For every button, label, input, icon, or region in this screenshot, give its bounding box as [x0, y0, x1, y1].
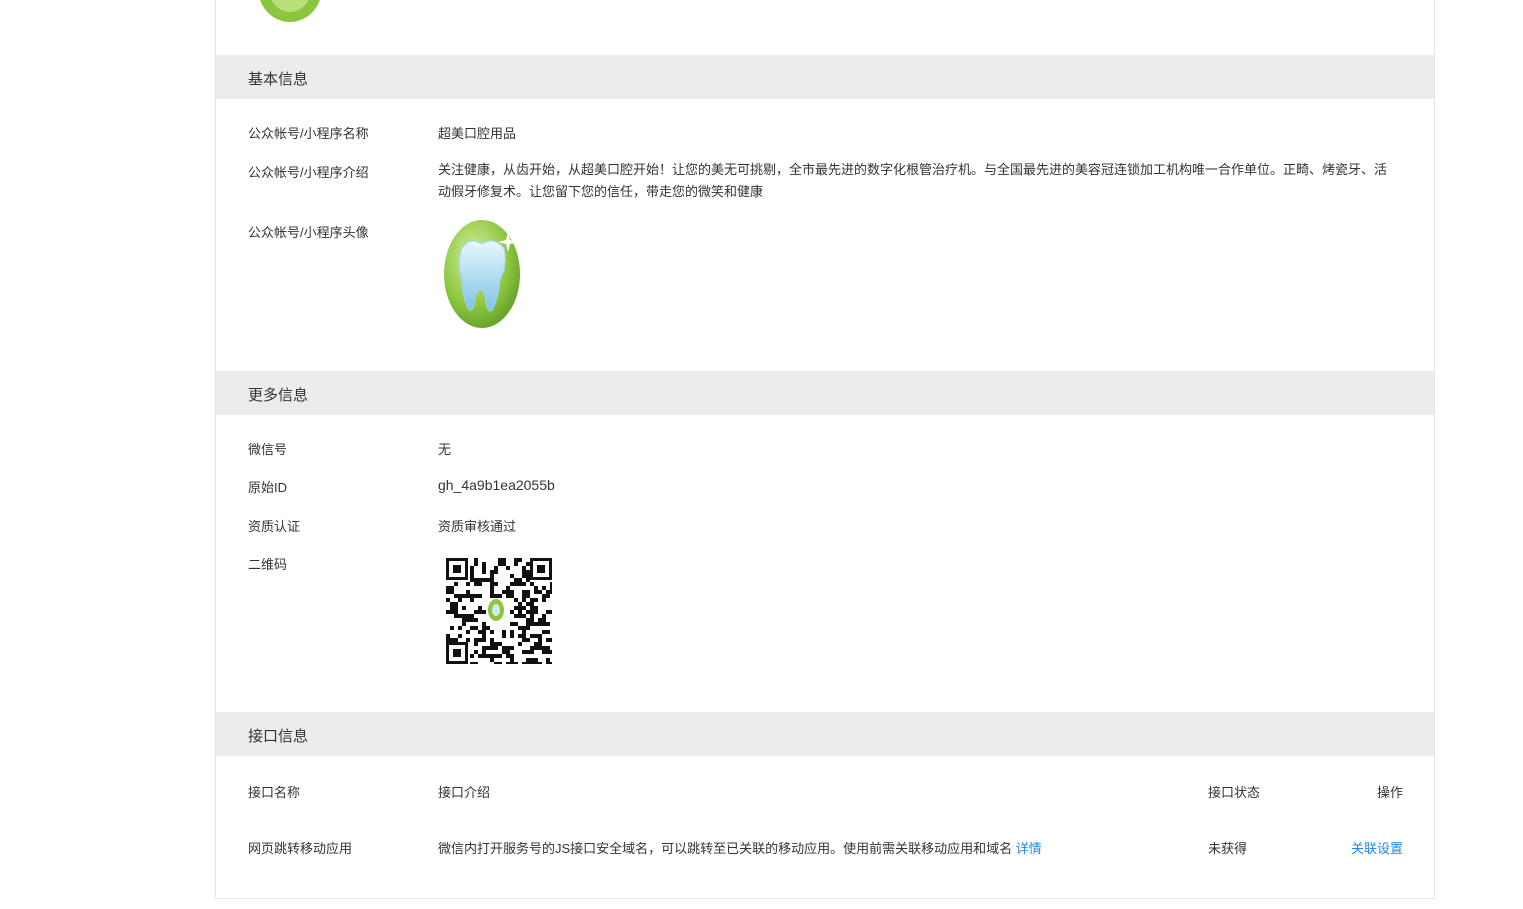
detail-link[interactable]: 详情: [1016, 841, 1042, 856]
link-settings-button[interactable]: 关联设置: [1351, 838, 1403, 857]
section-title: 基本信息: [248, 71, 309, 88]
basic-info-header: 基本信息: [216, 55, 1434, 99]
section-title: 更多信息: [248, 387, 309, 404]
qualification-value: 资质审核通过: [438, 519, 517, 534]
tooth-avatar-icon: [260, 0, 320, 22]
tooth-avatar-icon: [444, 220, 520, 328]
qr-code-label: 二维码: [248, 557, 288, 572]
account-info-panel: 基本信息 公众帐号/小程序名称 超美口腔用品 公众帐号/小程序介绍 关注健康，从…: [215, 0, 1435, 899]
wechat-id-label: 微信号: [248, 442, 288, 457]
qualification-label: 资质认证: [248, 519, 301, 534]
qr-code-icon: [446, 558, 552, 664]
api-row-status: 未获得: [1208, 841, 1248, 856]
account-avatar-label: 公众帐号/小程序头像: [248, 225, 369, 240]
col-header-name: 接口名称: [248, 785, 301, 800]
wechat-id-value: 无: [438, 442, 452, 457]
api-row-desc: 微信内打开服务号的JS接口安全域名，可以跳转至已关联的移动应用。使用前需关联移动…: [438, 838, 1042, 857]
original-id-label: 原始ID: [248, 480, 288, 495]
more-info-header: 更多信息: [216, 371, 1434, 415]
api-row-name: 网页跳转移动应用: [248, 841, 353, 856]
api-row-desc-text: 微信内打开服务号的JS接口安全域名，可以跳转至已关联的移动应用。使用前需关联移动…: [438, 841, 1013, 856]
col-header-action: 操作: [1376, 785, 1403, 800]
account-name-value: 超美口腔用品: [438, 126, 517, 141]
section-title: 接口信息: [248, 728, 309, 745]
account-intro-label: 公众帐号/小程序介绍: [248, 165, 369, 180]
original-id-value: gh_4a9b1ea2055b: [438, 477, 555, 493]
account-intro-value: 关注健康，从齿开始，从超美口腔开始！让您的美无可挑剔，全市最先进的数字化根管治疗…: [438, 162, 1388, 199]
col-header-desc: 接口介绍: [438, 785, 491, 800]
api-info-header: 接口信息: [216, 712, 1434, 756]
account-name-label: 公众帐号/小程序名称: [248, 126, 369, 141]
col-header-status: 接口状态: [1208, 785, 1261, 800]
